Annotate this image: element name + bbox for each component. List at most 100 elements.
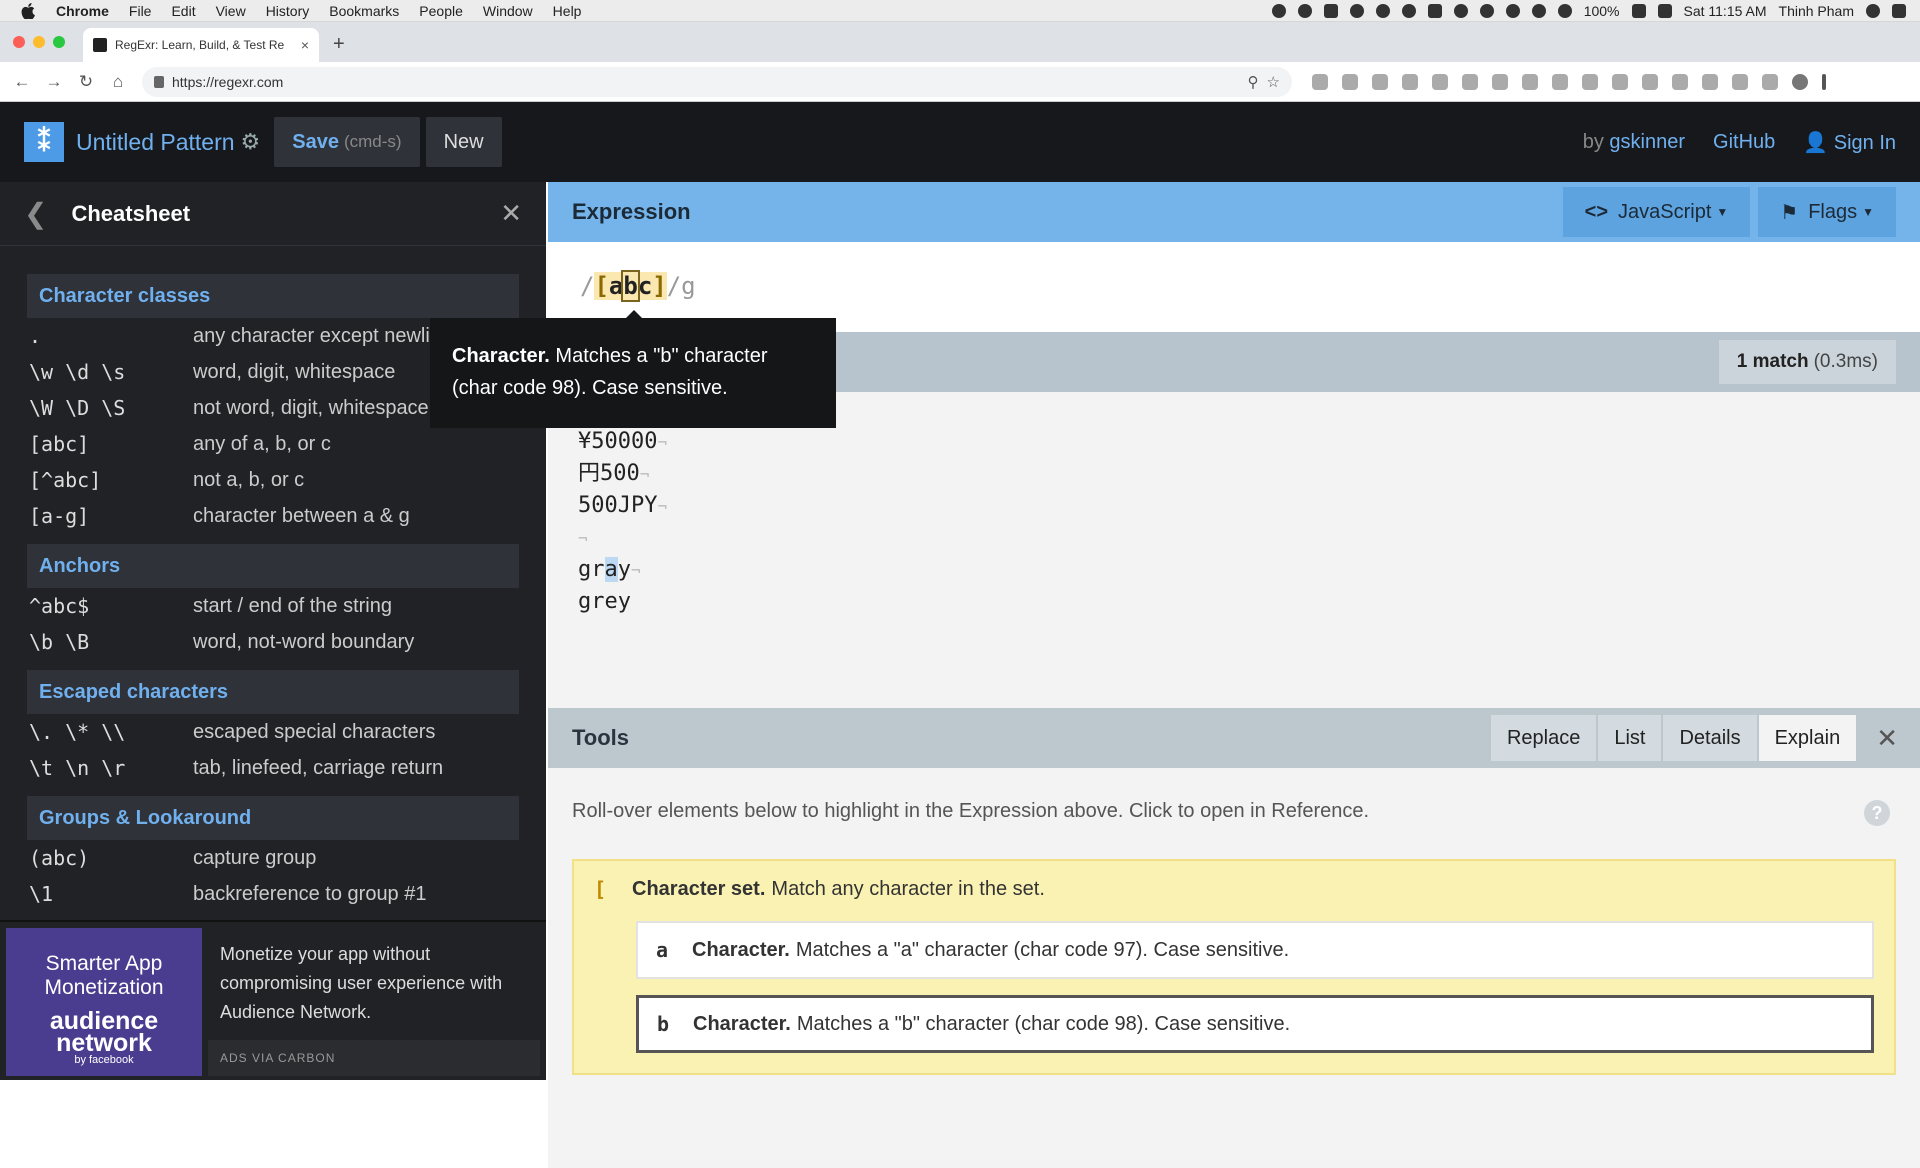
maximize-window-icon[interactable] [53,36,65,48]
menu-view[interactable]: View [206,3,256,19]
glasses-icon[interactable] [1349,3,1364,18]
cloud-icon[interactable] [1297,3,1312,18]
character-node[interactable]: a Character. Matches a "a" character (ch… [636,921,1874,979]
extension-icon[interactable] [1732,73,1748,90]
menu-bookmarks[interactable]: Bookmarks [319,3,409,19]
tab-replace[interactable]: Replace [1490,715,1597,761]
close-icon[interactable]: ✕ [500,198,522,229]
cheatsheet-row[interactable]: [abc] any of a, b, or c [27,426,519,462]
test-text-area[interactable]: ¥50000¬ 円500¬ 500JPY¬ ¬ gray¬ grey [548,392,1920,708]
folder-icon[interactable] [1323,3,1338,18]
bluetooth-icon[interactable] [1505,3,1520,18]
extension-icon[interactable] [1462,73,1478,90]
bookmark-star-icon[interactable]: ☆ [1267,73,1280,91]
back-icon[interactable]: ← [12,72,32,92]
clock[interactable]: Sat 11:15 AM [1684,3,1767,19]
regex-close-bracket[interactable]: ] [652,272,667,300]
cheatsheet-row[interactable]: \. \* \\ escaped special characters [27,714,519,750]
flag-us-icon[interactable] [1657,3,1672,18]
forward-icon[interactable]: → [44,72,64,92]
reload-icon[interactable]: ↻ [76,72,96,92]
extension-icon[interactable] [1672,73,1688,90]
extension-icon[interactable] [1432,73,1448,90]
menu-edit[interactable]: Edit [161,3,205,19]
user-name[interactable]: Thinh Pham [1779,3,1854,19]
extension-icon[interactable] [1372,73,1388,90]
slack-icon[interactable] [1427,3,1442,18]
cheatsheet-row[interactable]: (abc) capture group [27,840,519,876]
extension-icon[interactable] [1642,73,1658,90]
section-title[interactable]: Anchors [27,544,519,588]
extension-icon[interactable] [1492,73,1508,90]
chrome-menu-icon[interactable] [1822,73,1826,90]
profile-avatar[interactable] [1792,73,1808,90]
extension-icon[interactable] [1342,73,1358,90]
extension-icon[interactable] [1702,73,1718,90]
address-bar[interactable]: https://regexr.com ⚲ ☆ [142,66,1292,97]
regexr-logo[interactable]: ⁑ [24,122,64,162]
spotlight-search-icon[interactable] [1866,3,1880,18]
ad-text[interactable]: Monetize your app without compromising u… [220,940,530,1027]
extension-icon[interactable] [1612,73,1628,90]
extension-icon[interactable] [1582,73,1598,90]
section-title[interactable]: Character classes [27,274,519,318]
home-icon[interactable]: ⌂ [108,72,128,92]
url-text[interactable]: https://regexr.com [172,74,1240,90]
extension-icon[interactable] [1312,73,1328,90]
battery-icon[interactable] [1631,3,1646,18]
pattern-title[interactable]: Untitled Pattern [76,129,235,156]
cheatsheet-row[interactable]: ^abc$ start / end of the string [27,588,519,624]
minimize-window-icon[interactable] [33,36,45,48]
menu-file[interactable]: File [119,3,162,19]
save-button[interactable]: Save (cmd-s) [274,117,420,167]
sign-in-link[interactable]: 👤 Sign In [1803,130,1896,155]
tab-list[interactable]: List [1598,715,1662,761]
regex-char-b[interactable]: b [621,270,640,302]
section-title[interactable]: Escaped characters [27,670,519,714]
gear-icon[interactable]: ⚙ [241,129,261,155]
extension-icon[interactable] [1402,73,1418,90]
chevron-left-icon[interactable]: ❮ [24,197,47,230]
browser-tab[interactable]: RegExr: Learn, Build, & Test Re × [83,28,319,62]
menu-people[interactable]: People [409,3,473,19]
flags-dropdown[interactable]: ⚑ Flags ▼ [1758,187,1896,237]
ad-via-carbon[interactable]: ADS VIA CARBON [208,1040,540,1076]
character-set-node[interactable]: [ Character set. Match any character in … [572,859,1896,1075]
notification-center-icon[interactable] [1892,3,1906,18]
new-tab-button[interactable]: + [333,33,345,56]
cheatsheet-row[interactable]: \t \n \r tab, linefeed, carriage return [27,750,519,786]
tab-explain[interactable]: Explain [1758,715,1857,761]
regex-flags[interactable]: g [681,272,695,300]
volume-icon[interactable] [1557,3,1572,18]
match-highlight[interactable]: a [604,557,618,582]
flavor-dropdown[interactable]: <> JavaScript ▼ [1562,187,1751,237]
character-node[interactable]: b Character. Matches a "b" character (ch… [636,995,1874,1053]
menu-help[interactable]: Help [543,3,592,19]
close-icon[interactable]: ✕ [1876,723,1898,754]
section-title[interactable]: Groups & Lookaround [27,796,519,840]
creative-cloud-icon[interactable] [1375,3,1390,18]
cheatsheet-row[interactable]: \1 backreference to group #1 [27,876,519,912]
regex-char-a[interactable]: a [608,272,624,300]
extension-icon[interactable] [1522,73,1538,90]
regex-open-bracket[interactable]: [ [594,272,609,300]
vpn-icon[interactable] [1479,3,1494,18]
lock-icon[interactable] [154,75,164,88]
zoom-icon[interactable]: ⚲ [1248,73,1259,91]
cheatsheet-row[interactable]: \b \B word, not-word boundary [27,624,519,660]
wifi-icon[interactable] [1531,3,1546,18]
record-icon[interactable] [1271,3,1286,18]
cheatsheet-row[interactable]: [a-g] character between a & g [27,498,519,534]
author-link[interactable]: gskinner [1609,131,1685,153]
github-link[interactable]: GitHub [1713,131,1775,154]
battery-percent[interactable]: 100% [1584,3,1620,19]
tab-close-icon[interactable]: × [301,37,309,53]
new-button[interactable]: New [425,117,502,167]
help-icon[interactable]: ? [1864,800,1890,826]
extension-icon[interactable] [1762,73,1778,90]
alfred-icon[interactable] [1453,3,1468,18]
apple-icon[interactable] [20,2,36,19]
close-window-icon[interactable] [13,36,25,48]
opera-icon[interactable] [1401,3,1416,18]
cheatsheet-row[interactable]: [^abc] not a, b, or c [27,462,519,498]
